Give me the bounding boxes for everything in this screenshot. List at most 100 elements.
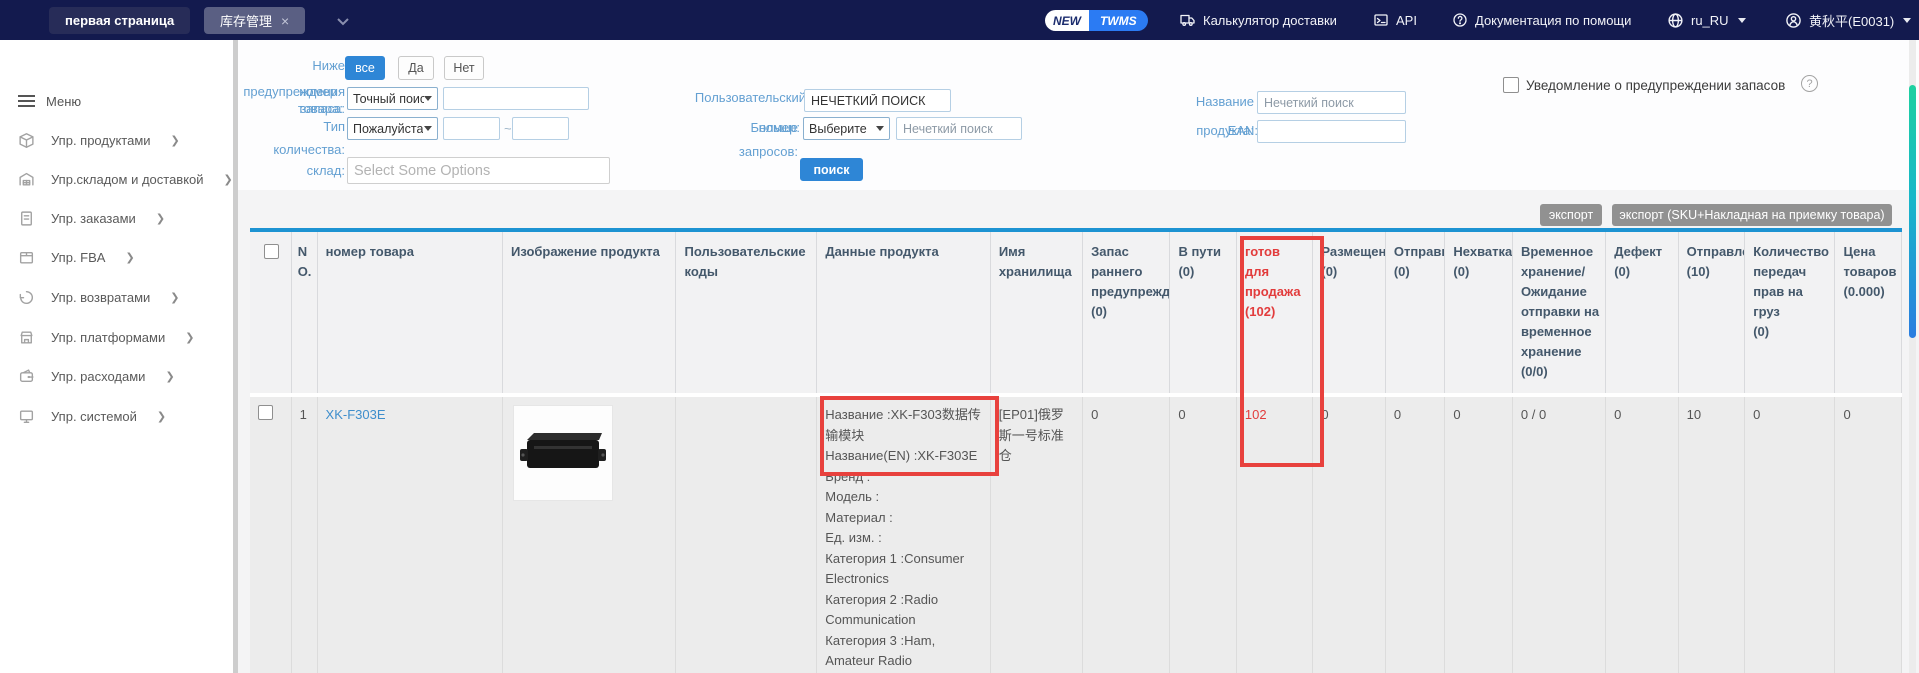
topbar-item-label: Документация по помощи: [1475, 13, 1631, 28]
topbar-item-terminal[interactable]: API: [1373, 0, 1417, 40]
more-queries-input[interactable]: [896, 117, 1022, 140]
cell-warehouse: [EP01]俄罗斯一号标准仓: [991, 397, 1083, 673]
more-queries-select[interactable]: Выберите: [803, 117, 890, 140]
badge-new-label: NEW: [1045, 10, 1089, 31]
cell-placement: 0: [1313, 397, 1385, 673]
select-all-checkbox[interactable]: [264, 244, 279, 259]
box-icon: [18, 249, 35, 266]
column-header-cargo_transfer: Количество передач прав на груз(0): [1745, 232, 1835, 393]
sidebar-item-document[interactable]: Упр. заказами ❯: [18, 210, 165, 227]
sidebar-item-label: Упр. расходами: [51, 369, 145, 384]
table-row: 1 XK-F303E Название :XK-F303数据传输模块Названи…: [250, 397, 1902, 673]
warehouse-multiselect[interactable]: [347, 157, 610, 184]
sidebar-item-label: Упр. заказами: [51, 211, 136, 226]
stock-warning-checkbox[interactable]: [1503, 77, 1519, 93]
sidebar-item-system[interactable]: Упр. системой❯: [18, 408, 166, 425]
topbar-item-label: API: [1396, 13, 1417, 28]
help-icon: [1452, 12, 1468, 28]
sidebar-item-return[interactable]: Упр. возвратами❯: [18, 289, 180, 306]
sidebar-item-box[interactable]: Упр. FBA ❯: [18, 249, 135, 266]
sku-link[interactable]: XK-F303E: [326, 407, 386, 422]
more-queries-label-line2: запросов:: [739, 144, 798, 159]
custom-code-input[interactable]: [804, 89, 951, 112]
topbar-item-user[interactable]: 黄秋平(E0031): [1785, 0, 1911, 40]
column-header-temp_storage: Временное хранение/Ожидание отправки на …: [1513, 232, 1606, 393]
filter-yes-button[interactable]: Да: [398, 56, 434, 80]
chevron-right-icon: ❯: [156, 212, 165, 225]
menu-toggle[interactable]: Меню: [18, 92, 81, 110]
sidebar-item-warehouse[interactable]: Упр.складом и доставкой❯: [18, 171, 233, 188]
tab-inventory[interactable]: 库存管理 ×: [204, 7, 305, 34]
cell-product_data: Название :XK-F303数据传输模块Название(EN) :XK-…: [817, 397, 991, 673]
warehouse-label: склад:: [307, 163, 345, 178]
row-checkbox[interactable]: [258, 405, 273, 420]
export-sku-button[interactable]: экспорт (SKU+Накладная на приемку товара…: [1612, 204, 1892, 226]
product-name-input[interactable]: [1257, 91, 1406, 114]
hamburger-icon: [18, 92, 35, 110]
tab-home[interactable]: первая страница: [49, 7, 190, 34]
globe-icon: [1667, 12, 1684, 29]
chevron-right-icon: ❯: [165, 370, 174, 383]
help-icon[interactable]: ?: [1801, 75, 1818, 92]
column-header-shipping: Отправка(0): [1386, 232, 1446, 393]
column-header-early_warning: Запас раннего предупреждения(0): [1083, 232, 1170, 393]
topbar-item-globe[interactable]: ru_RU: [1667, 0, 1746, 40]
filter-no-button[interactable]: Нет: [444, 56, 484, 80]
product-number-input[interactable]: [443, 87, 589, 110]
sidebar-item-wallet[interactable]: Упр. расходами ❯: [18, 368, 175, 385]
tab-inventory-label: 库存管理: [220, 11, 272, 30]
cell-image: [503, 397, 677, 673]
sidebar-item-label: Упр. FBA: [51, 250, 105, 265]
chevron-right-icon: ❯: [125, 251, 134, 264]
column-header-no: NO.: [292, 232, 318, 393]
column-header-defect: Дефект(0): [1606, 232, 1678, 393]
cell-early_warning: 0: [1083, 397, 1170, 673]
product-number-label-line1: номер: [299, 84, 337, 99]
filter-all-button[interactable]: все: [345, 56, 385, 80]
sidebar-item-label: Упр. платформами: [51, 330, 165, 345]
product-image[interactable]: [513, 405, 613, 501]
column-header-custom_codes: Пользовательские коды: [676, 232, 817, 393]
topbar-item-help[interactable]: Документация по помощи: [1452, 0, 1631, 40]
sidebar: Меню Упр. продуктами❯ Упр.складом и доста…: [0, 40, 233, 673]
inventory-table: NO.номер товараИзображение продуктаПольз…: [250, 228, 1902, 673]
column-header-product_data: Данные продукта: [817, 232, 991, 393]
terminal-icon: [1373, 12, 1389, 28]
qty-min-input[interactable]: [443, 117, 500, 140]
column-header-shipped: Отправлено(10): [1679, 232, 1746, 393]
sidebar-item-store[interactable]: Упр. платформами❯: [18, 329, 194, 346]
cube-icon: [18, 132, 35, 149]
product-data-line: Название(EN) :XK-F303E: [825, 446, 984, 467]
select-caret-icon: [876, 126, 884, 131]
export-button[interactable]: экспорт: [1540, 204, 1602, 226]
product-data-line: Бренд :: [825, 467, 984, 488]
custom-code-label-line2: номер:: [759, 120, 800, 135]
qty-type-select[interactable]: Пожалуйста: [347, 117, 438, 140]
return-icon: [18, 289, 35, 306]
product-name-label-line1: Название: [1196, 94, 1254, 109]
chevron-down-icon[interactable]: [336, 14, 350, 32]
close-icon[interactable]: ×: [281, 14, 289, 28]
store-icon: [18, 329, 35, 346]
sidebar-item-label: Упр.складом и доставкой: [51, 172, 204, 187]
search-button[interactable]: поиск: [800, 158, 863, 181]
ean-label: EAN:: [1228, 123, 1258, 138]
column-header-shortage: Нехватка(0): [1445, 232, 1513, 393]
ean-input[interactable]: [1257, 120, 1406, 143]
scrollbar-thumb[interactable]: [1909, 85, 1916, 338]
menu-label: Меню: [46, 94, 81, 109]
topbar-item-truck[interactable]: Калькулятор доставки: [1179, 0, 1337, 40]
product-data-line: Категория 1 :Consumer Electronics: [825, 549, 984, 590]
below-warning-label-line1: Ниже: [312, 58, 345, 73]
qty-type-label-line2: количества:: [273, 142, 345, 157]
chevron-right-icon: ❯: [171, 134, 180, 147]
column-header-sku: номер товара: [318, 232, 503, 393]
product-number-select[interactable]: Точный поиск: [347, 87, 438, 110]
column-header-select: [250, 232, 292, 393]
sidebar-item-cube[interactable]: Упр. продуктами❯: [18, 132, 180, 149]
app-root: первая страница 库存管理 × NEW TWMS Калькуля…: [0, 0, 1919, 673]
badge-brand-label: TWMS: [1089, 10, 1148, 31]
stock-warning-label: Уведомление о предупреждении запасов: [1526, 78, 1785, 93]
qty-max-input[interactable]: [512, 117, 569, 140]
cell-no: 1: [292, 397, 318, 673]
